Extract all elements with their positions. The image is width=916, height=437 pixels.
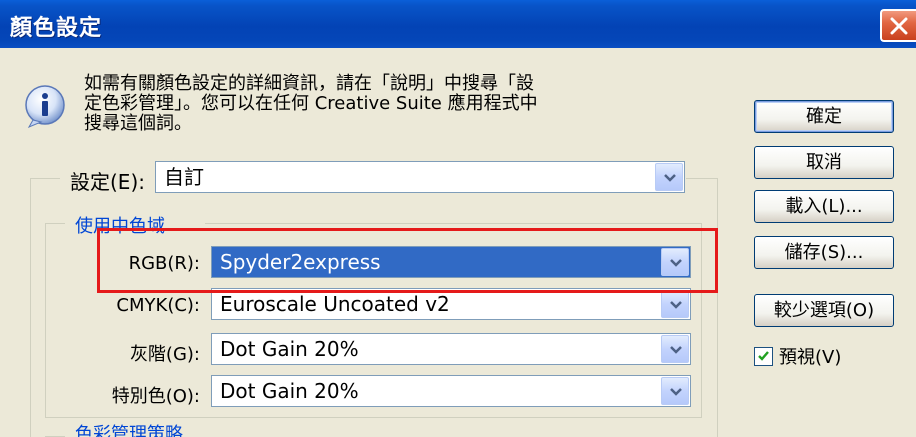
spot-dropdown[interactable]: Dot Gain 20%	[211, 375, 691, 407]
info-icon	[23, 84, 67, 129]
preview-label: 預視(V)	[779, 347, 842, 368]
outer-group-top-right	[686, 178, 718, 179]
chevron-down-icon	[670, 301, 682, 309]
load-button[interactable]: 載入(L)...	[754, 190, 894, 223]
preview-checkbox-row[interactable]: 預視(V)	[754, 344, 841, 368]
cancel-button[interactable]: 取消	[754, 146, 894, 179]
info-message-line2: 定色彩管理」。您可以在任何 Creative Suite 應用程式中	[84, 93, 538, 114]
settings-value: 自訂	[164, 165, 204, 189]
gray-label: 灰階(G):	[129, 344, 200, 365]
working-group-top-left	[45, 223, 65, 224]
fewer-options-button[interactable]: 較少選項(O)	[754, 294, 894, 327]
outer-group-top-left	[30, 178, 60, 179]
spot-value: Dot Gain 20%	[220, 379, 359, 403]
preview-checkbox[interactable]	[754, 346, 773, 366]
chevron-down-icon	[670, 388, 682, 396]
outer-group-right	[717, 178, 718, 437]
spot-label: 特別色(O):	[111, 386, 200, 407]
ok-button[interactable]: 確定	[754, 100, 894, 133]
working-group-top-right	[205, 223, 702, 224]
gray-value: Dot Gain 20%	[220, 337, 359, 361]
cmyk-label: CMYK(C):	[116, 295, 200, 316]
close-button[interactable]	[880, 9, 916, 42]
color-policies-title: 色彩管理策略	[70, 424, 188, 437]
chevron-down-icon	[670, 346, 682, 354]
gray-dropdown[interactable]: Dot Gain 20%	[211, 333, 691, 365]
settings-label: 設定(E):	[70, 170, 145, 194]
working-group-bottom	[45, 417, 702, 418]
highlight-annotation-box	[97, 228, 718, 293]
cmyk-value: Euroscale Uncoated v2	[220, 292, 450, 316]
window-title: 顏色設定	[10, 16, 103, 41]
checkmark-icon	[758, 350, 769, 361]
info-message: 如需有關顏色設定的詳細資訊，請在「說明」中搜尋「設 定色彩管理」。您可以在任何 …	[84, 74, 694, 134]
close-icon	[890, 17, 908, 35]
outer-group-left	[30, 178, 31, 437]
settings-dropdown-button[interactable]	[655, 163, 683, 191]
cmyk-dropdown-button[interactable]	[661, 290, 689, 318]
gray-dropdown-button[interactable]	[661, 335, 689, 363]
settings-dropdown[interactable]: 自訂	[155, 161, 685, 193]
chevron-down-icon	[664, 174, 676, 182]
title-bar: 顏色設定	[0, 0, 916, 48]
spot-dropdown-button[interactable]	[661, 377, 689, 405]
info-message-line3: 搜尋這個詞。	[84, 113, 192, 134]
working-group-left	[45, 223, 46, 418]
save-button[interactable]: 儲存(S)...	[754, 236, 894, 269]
info-message-line1: 如需有關顏色設定的詳細資訊，請在「說明」中搜尋「設	[84, 73, 534, 94]
